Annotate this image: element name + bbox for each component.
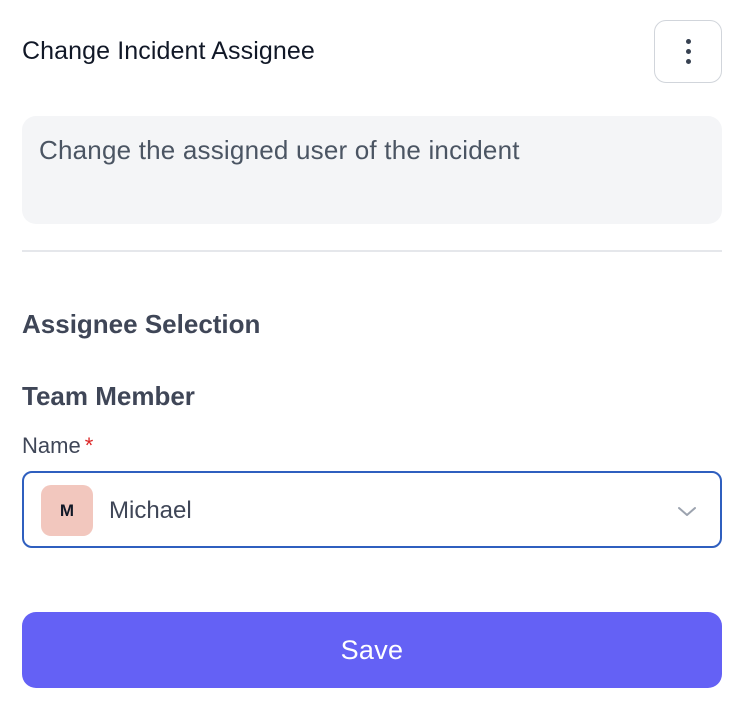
more-options-button[interactable]	[654, 20, 722, 83]
panel-header: Change Incident Assignee	[22, 20, 722, 84]
selected-assignee: Michael	[109, 497, 192, 524]
chevron-down-icon	[678, 507, 696, 516]
avatar: M	[41, 485, 93, 536]
assignee-select[interactable]: M Michael	[22, 471, 722, 548]
name-label-text: Name	[22, 433, 81, 458]
name-field-label: Name *	[22, 433, 93, 459]
description-box: Change the assigned user of the incident	[22, 116, 722, 224]
required-marker: *	[84, 433, 94, 458]
save-button[interactable]: Save	[22, 612, 722, 688]
page-title: Change Incident Assignee	[22, 37, 315, 65]
group-title: Team Member	[22, 381, 195, 411]
divider	[22, 250, 722, 252]
description-text: Change the assigned user of the incident	[39, 135, 520, 165]
more-vertical-icon	[685, 39, 691, 44]
section-title: Assignee Selection	[22, 309, 261, 339]
